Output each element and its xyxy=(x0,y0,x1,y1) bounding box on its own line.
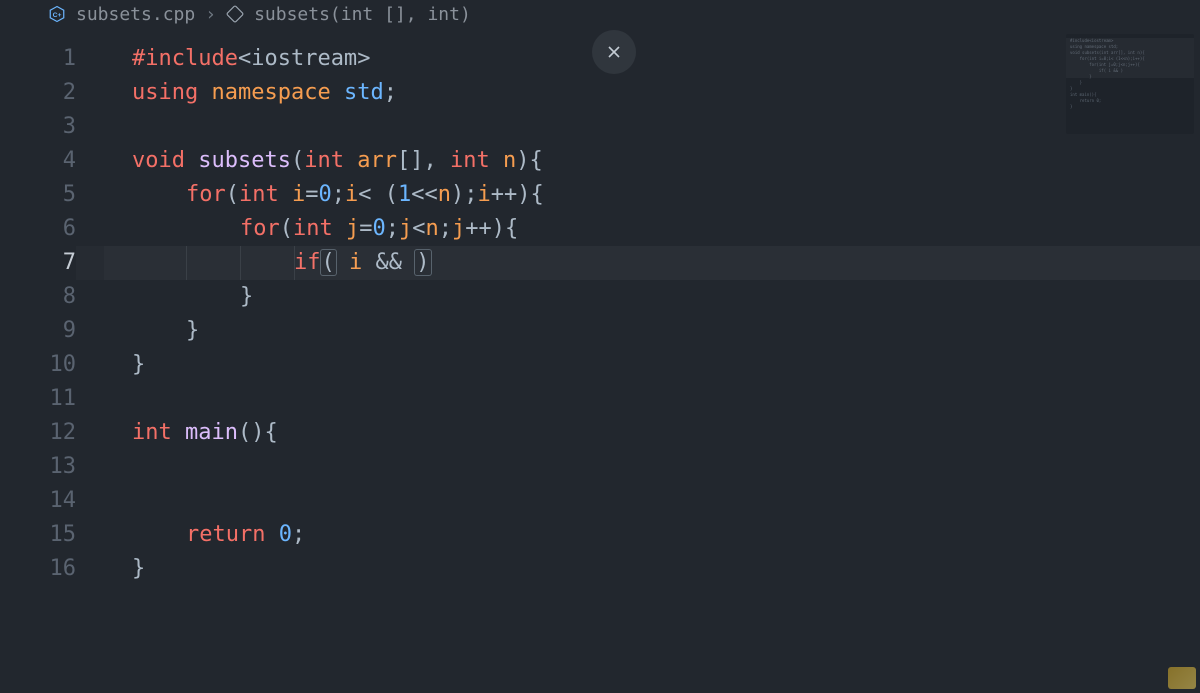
line-number: 7 xyxy=(0,246,76,280)
code-line[interactable] xyxy=(104,450,1200,484)
corner-badge-icon xyxy=(1168,667,1196,689)
editor: 12345678910111213141516 #include<iostrea… xyxy=(0,28,1200,693)
code-line[interactable]: void subsets(int arr[], int n){ xyxy=(104,144,1200,178)
code-area[interactable]: #include<iostream>using namespace std; vo… xyxy=(104,28,1200,693)
indent-guide xyxy=(186,246,187,280)
line-number: 4 xyxy=(0,144,76,178)
code-line[interactable]: for(int j=0;j<n;j++){ xyxy=(104,212,1200,246)
line-number: 6 xyxy=(0,212,76,246)
code-line[interactable] xyxy=(104,110,1200,144)
line-number: 3 xyxy=(0,110,76,144)
code-line[interactable]: } xyxy=(104,314,1200,348)
breadcrumb-file[interactable]: subsets.cpp xyxy=(76,4,195,25)
line-number-gutter: 12345678910111213141516 xyxy=(0,28,104,693)
code-line[interactable]: using namespace std; xyxy=(104,76,1200,110)
code-line[interactable] xyxy=(104,382,1200,416)
code-line[interactable]: if( i && ) xyxy=(104,246,1200,280)
line-number: 5 xyxy=(0,178,76,212)
minimap-line: } xyxy=(1070,104,1190,110)
indent-guide xyxy=(294,246,295,280)
breadcrumb-symbol[interactable]: subsets(int [], int) xyxy=(254,4,471,25)
minimap-viewport[interactable] xyxy=(1066,38,1194,78)
line-number: 11 xyxy=(0,382,76,416)
line-number: 16 xyxy=(0,552,76,586)
line-number: 12 xyxy=(0,416,76,450)
line-number: 14 xyxy=(0,484,76,518)
close-icon xyxy=(606,44,622,60)
line-number: 8 xyxy=(0,280,76,314)
code-line[interactable]: } xyxy=(104,280,1200,314)
line-number: 9 xyxy=(0,314,76,348)
line-number: 15 xyxy=(0,518,76,552)
svg-text:C+: C+ xyxy=(53,12,62,19)
line-number: 2 xyxy=(0,76,76,110)
close-button[interactable] xyxy=(592,30,636,74)
indent-guide xyxy=(240,246,241,280)
cpp-file-icon: C+ xyxy=(48,5,66,23)
code-line[interactable]: } xyxy=(104,552,1200,586)
code-line[interactable]: return 0; xyxy=(104,518,1200,552)
code-line[interactable]: #include<iostream> xyxy=(104,42,1200,76)
minimap[interactable]: #include<iostream>using namespace std;vo… xyxy=(1066,34,1194,134)
code-line[interactable]: } xyxy=(104,348,1200,382)
line-number: 13 xyxy=(0,450,76,484)
line-number: 10 xyxy=(0,348,76,382)
code-line[interactable] xyxy=(104,484,1200,518)
breadcrumb: C+ subsets.cpp › subsets(int [], int) xyxy=(0,0,1200,28)
code-line[interactable]: for(int i=0;i< (1<<n);i++){ xyxy=(104,178,1200,212)
chevron-right-icon: › xyxy=(205,4,216,25)
symbol-method-icon xyxy=(226,5,244,23)
line-number: 1 xyxy=(0,42,76,76)
code-line[interactable]: int main(){ xyxy=(104,416,1200,450)
